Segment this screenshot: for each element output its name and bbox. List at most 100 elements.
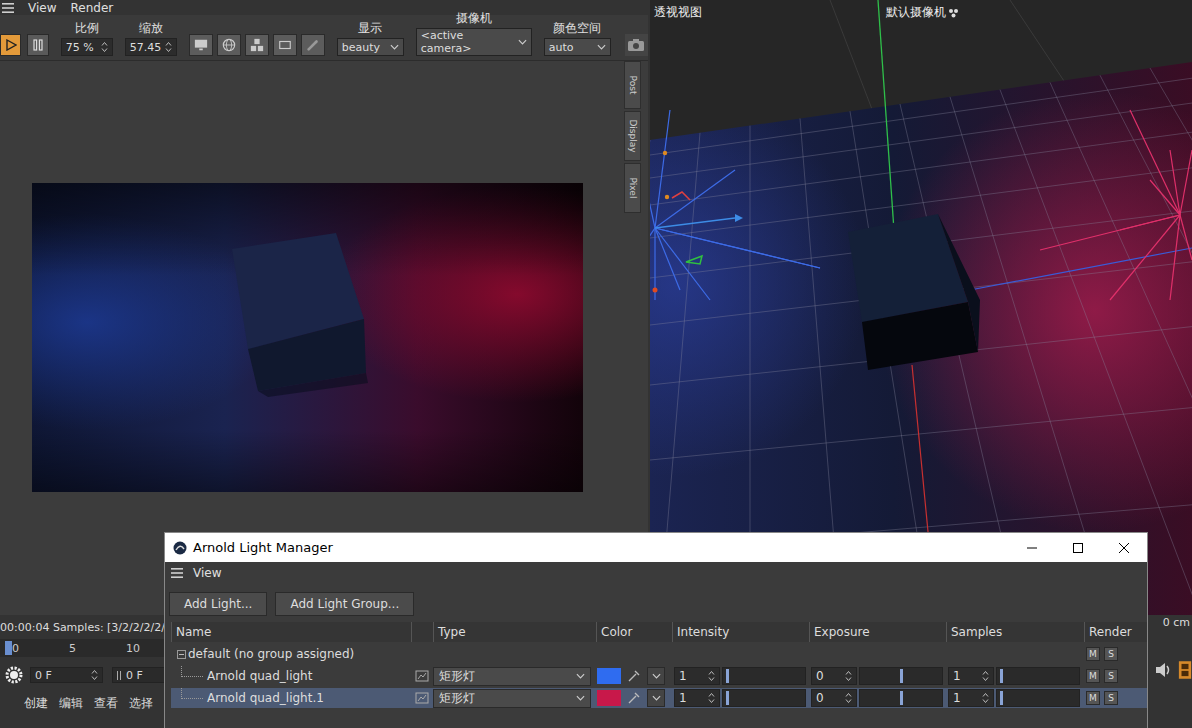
view-label[interactable]: 透视视图 [654,4,702,21]
side-tab[interactable]: Pixel [624,163,641,213]
spinner-arrows-icon[interactable] [982,670,989,682]
slider-knob[interactable] [1000,691,1003,705]
light-row[interactable]: Arnold quad_light 矩形灯 1 0 1 MS [171,666,1147,686]
camera-label[interactable]: 默认摄像机 [886,4,960,21]
eyedropper-icon[interactable] [627,691,641,705]
menu-icon[interactable] [171,568,183,578]
slider-knob[interactable] [900,669,903,683]
column-header[interactable]: Samples [946,622,1084,642]
number-field[interactable]: 1 [674,667,720,685]
viewport[interactable]: 透视视图 默认摄像机 [650,0,1192,615]
menu-item[interactable]: 创建 [24,695,48,712]
render-toggle-button[interactable]: S [1104,669,1118,683]
number-slider[interactable]: 1 [946,689,1080,707]
light-row[interactable]: Arnold quad_light.1 矩形灯 1 0 1 MS [171,688,1147,708]
side-tab[interactable]: Post [624,61,641,109]
number-field[interactable]: 0 [811,667,857,685]
type-select[interactable]: 矩形灯 [433,667,591,686]
add-button[interactable]: Add Light... [169,592,267,616]
menu-item[interactable]: 编辑 [59,695,83,712]
side-tab[interactable]: Display [624,111,641,161]
speaker-icon[interactable] [1154,660,1174,680]
slider-track[interactable] [996,667,1080,685]
title-bar[interactable]: Arnold Light Manager [165,533,1147,562]
spinner-arrows-icon[interactable] [708,670,715,682]
number-slider[interactable]: 0 [809,689,943,707]
render-toggle-button[interactable]: S [1104,691,1118,705]
gear-icon[interactable] [4,665,24,685]
select-field[interactable]: <active camera> [416,28,532,56]
region-button[interactable] [273,34,297,56]
spinner-arrows-icon[interactable] [845,670,852,682]
number-slider[interactable]: 1 [946,667,1080,685]
number-slider[interactable]: 0 [809,667,943,685]
eyedropper-icon[interactable] [627,669,641,683]
snapshot-button[interactable] [625,34,648,56]
column-header[interactable]: Exposure [809,622,946,642]
end-frame-field[interactable]: 0 F [112,667,172,683]
spinner-arrows-icon[interactable] [845,692,852,704]
menu-icon[interactable] [2,3,14,13]
render-toggle-button[interactable]: M [1086,669,1100,683]
column-header[interactable]: Type [433,622,596,642]
scale-field[interactable]: 75 % [61,38,113,56]
slider-track[interactable] [859,667,943,685]
minimize-button[interactable] [1009,533,1055,562]
play-button[interactable] [0,34,21,56]
select-field[interactable]: beauty [337,38,404,56]
menu-item[interactable]: 选择 [129,695,153,712]
maximize-button[interactable] [1055,533,1101,562]
film-icon[interactable] [1178,659,1192,681]
light-icon[interactable] [415,670,429,682]
close-button[interactable] [1101,533,1147,562]
number-slider[interactable]: 1 [672,689,806,707]
globe-button[interactable] [217,34,241,56]
column-header[interactable]: Name [171,622,411,642]
monitor-button[interactable] [189,34,213,56]
brush-button[interactable] [301,34,325,56]
slider-track[interactable] [996,689,1080,707]
render-toggle-button[interactable]: M [1086,691,1100,705]
color-mode-dropdown[interactable] [647,667,665,685]
light-icon[interactable] [415,692,429,704]
slider-track[interactable] [722,689,806,707]
pause-button[interactable] [27,34,48,56]
column-header[interactable] [411,622,433,642]
column-header[interactable]: Intensity [672,622,809,642]
spinner-arrows-icon[interactable] [165,41,172,53]
start-frame-field[interactable]: 0 F [30,667,103,683]
slider-knob[interactable] [726,669,729,683]
menu-item[interactable]: View [193,566,221,580]
column-header[interactable]: Render [1084,622,1140,642]
menu-item[interactable]: View [28,1,56,15]
slider-track[interactable] [722,667,806,685]
layout-button[interactable] [245,34,269,56]
color-mode-dropdown[interactable] [647,689,665,707]
number-field[interactable]: 1 [948,667,994,685]
spinner-arrows-icon[interactable] [708,692,715,704]
color-swatch[interactable] [597,668,621,684]
render-toggle-button[interactable]: S [1104,647,1118,661]
spinner-arrows-icon[interactable] [91,669,98,681]
number-field[interactable]: 1 [948,689,994,707]
zoom-field[interactable]: 57.45 [125,38,177,56]
render-toggle-button[interactable]: M [1086,647,1100,661]
spinner-arrows-icon[interactable] [101,41,108,53]
number-field[interactable]: 0 [811,689,857,707]
group-row[interactable]: default (no group assigned) MS [171,644,1147,664]
collapse-toggle[interactable] [177,650,186,659]
select-field[interactable]: auto [544,38,611,56]
slider-knob[interactable] [900,691,903,705]
menu-item[interactable]: 查看 [94,695,118,712]
number-slider[interactable]: 1 [672,667,806,685]
menu-item[interactable]: Render [70,1,113,15]
slider-knob[interactable] [726,691,729,705]
playhead[interactable] [5,641,12,655]
slider-track[interactable] [859,689,943,707]
number-field[interactable]: 1 [674,689,720,707]
add-button[interactable]: Add Light Group... [275,592,414,616]
column-header[interactable]: Color [596,622,672,642]
slider-knob[interactable] [1000,669,1003,683]
spinner-arrows-icon[interactable] [982,692,989,704]
color-swatch[interactable] [597,690,621,706]
